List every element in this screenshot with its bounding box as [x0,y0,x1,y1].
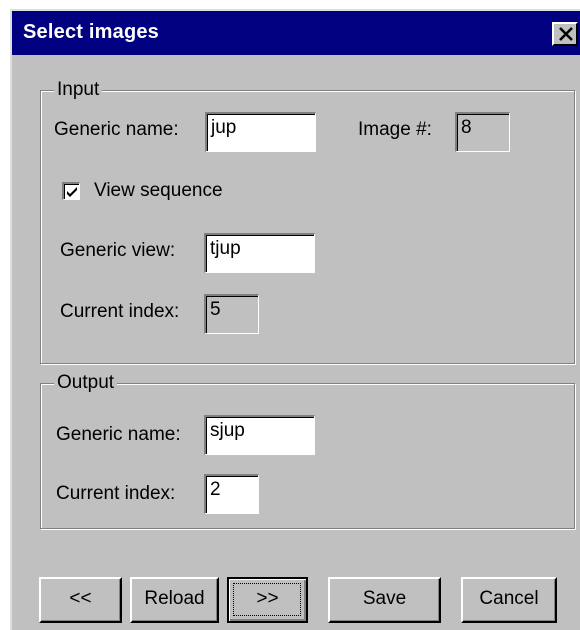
output-current-index-label: Current index: [56,483,176,504]
cancel-button[interactable]: Cancel [461,577,557,623]
save-button[interactable]: Save [328,577,441,623]
input-current-index-label: Current index: [60,301,180,322]
close-icon [559,27,573,41]
image-number-label: Image #: [358,119,432,140]
view-sequence-checkbox[interactable] [62,182,80,200]
image-number-field: 8 [455,112,510,152]
generic-view-field[interactable]: tjup [204,233,315,273]
output-generic-name-label: Generic name: [56,424,181,445]
checkmark-icon [67,187,77,197]
output-group: Output [40,372,575,529]
input-group-label: Input [54,79,103,101]
output-generic-name-field[interactable]: sjup [204,415,315,455]
next-button[interactable]: >> [227,577,308,623]
output-current-index-field[interactable]: 2 [204,474,259,514]
window-title: Select images [23,21,160,43]
reload-button[interactable]: Reload [130,577,219,623]
output-group-label: Output [54,372,118,394]
input-generic-name-field[interactable]: jup [205,112,316,152]
close-button[interactable] [552,22,578,46]
next-button-label: >> [256,588,279,609]
view-sequence-label[interactable]: View sequence [94,180,223,202]
generic-view-label: Generic view: [60,240,176,261]
input-current-index-field: 5 [204,294,259,334]
previous-button[interactable]: << [39,577,122,623]
select-images-dialog: Select images Input Generic name: jup Im… [10,9,580,630]
input-generic-name-label: Generic name: [54,119,179,140]
title-bar[interactable]: Select images [12,11,580,55]
